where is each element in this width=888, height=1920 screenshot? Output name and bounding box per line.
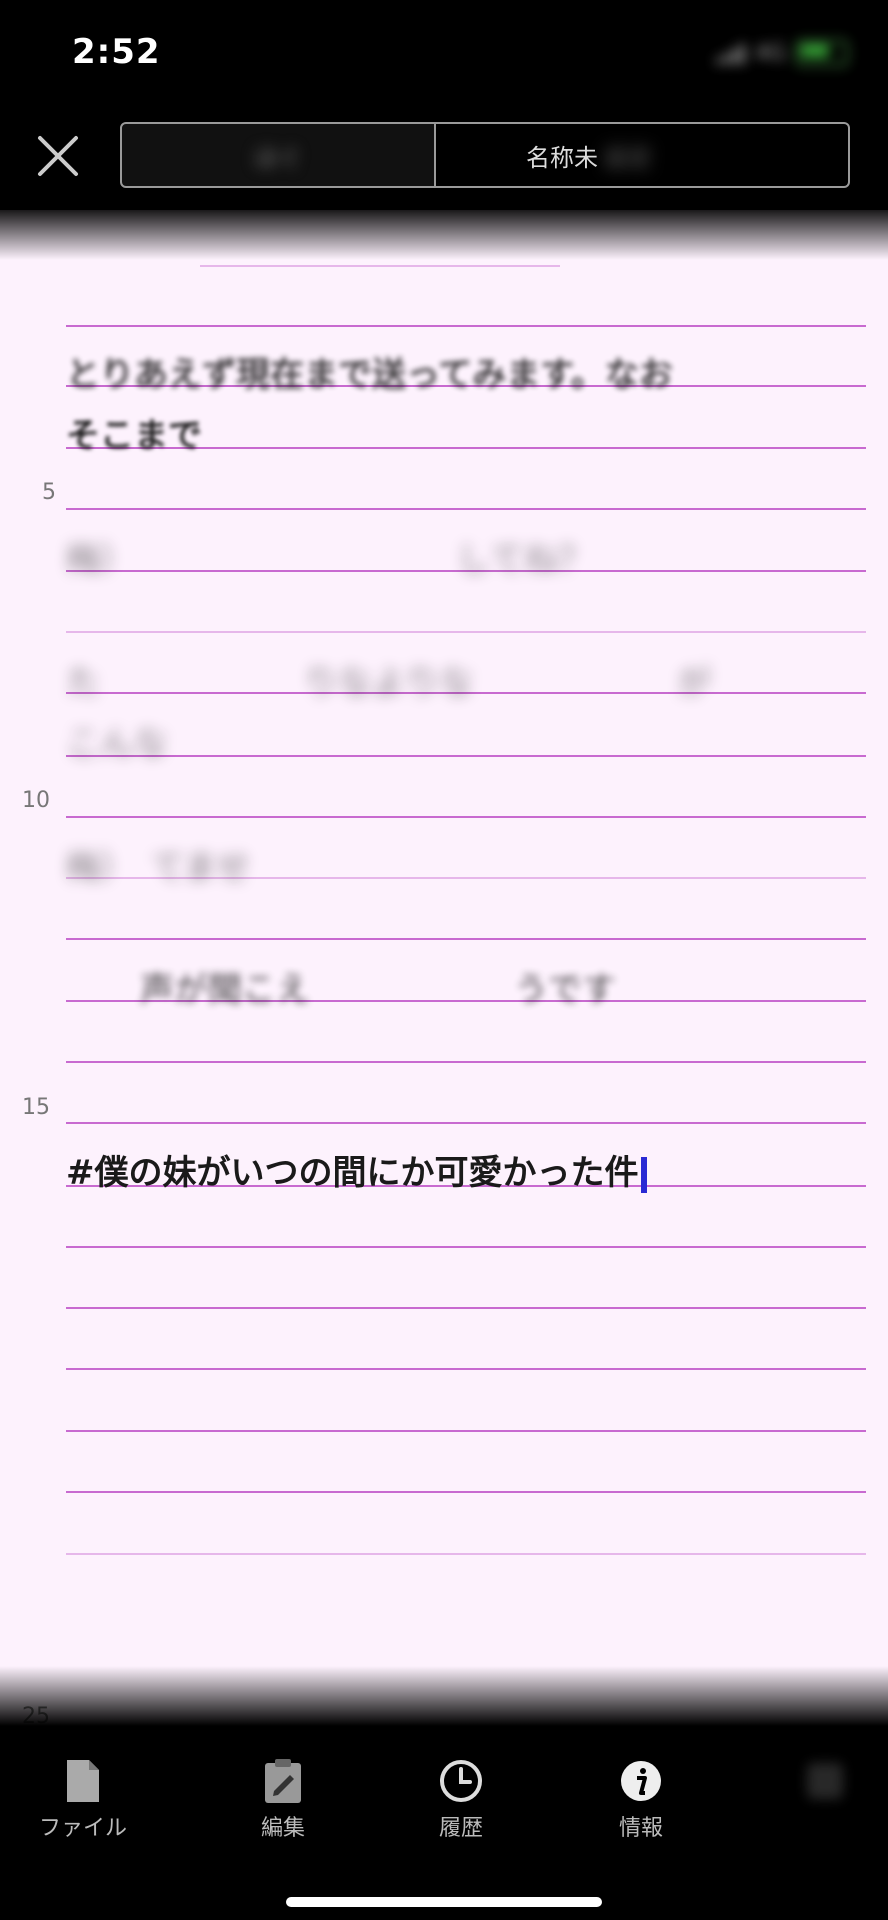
- text-line-content: とりあえず現在まで送ってみます。なお: [66, 355, 673, 395]
- text-line: 声が聞こえ うです: [140, 970, 616, 1010]
- ruled-line: [66, 1122, 866, 1124]
- tab-file[interactable]: ファイル: [18, 1756, 148, 1842]
- text-line-content: そこまで: [66, 416, 202, 456]
- ruled-line: [66, 631, 866, 633]
- line-number: 5: [42, 480, 56, 505]
- text-line: こんな: [66, 724, 168, 764]
- ruled-line: [66, 755, 866, 757]
- ruled-line: [66, 1246, 866, 1248]
- text-caret: [640, 1157, 647, 1193]
- line-number: 15: [22, 1095, 50, 1120]
- ruled-line: [66, 1553, 866, 1555]
- nav-bar: ほぐ 名称未 設定: [0, 110, 888, 210]
- ruled-line: [66, 1061, 866, 1063]
- editor-top-fade: [0, 210, 888, 260]
- text-line: た りなよりな が: [66, 663, 712, 703]
- status-bar: 2:52 4G: [0, 0, 888, 110]
- battery-icon: [796, 40, 848, 66]
- bottom-tab-bar: ファイル 編集 履歴 情報: [0, 1726, 888, 1920]
- tab-edit-label: 編集: [260, 1816, 305, 1841]
- file-icon: [67, 1760, 99, 1802]
- text-line-content: #僕の妹がいつの間にか可愛かった件: [66, 1153, 639, 1193]
- segment-tab-right-tail: 設定: [604, 143, 652, 172]
- segment-tab-right[interactable]: 名称未 設定: [436, 122, 850, 188]
- line-number: 10: [22, 788, 50, 813]
- tab-history-label: 履歴: [438, 1816, 483, 1841]
- tab-history[interactable]: 履歴: [396, 1756, 526, 1842]
- clipboard-edit-icon: [265, 1759, 301, 1803]
- ruled-line: [200, 265, 560, 267]
- ruled-line: [66, 1368, 866, 1370]
- segment-tab-right-label: 名称未: [526, 143, 598, 172]
- text-line: とりあえず現在まで送ってみます。なお: [66, 347, 673, 396]
- tab-info-label: 情報: [618, 1816, 663, 1841]
- status-indicators: 4G: [715, 40, 848, 66]
- ruled-line: [66, 1430, 866, 1432]
- editor-bottom-fade: [0, 1666, 888, 1726]
- text-line: 梅） してね？: [66, 540, 592, 580]
- signal-icon: [715, 42, 745, 64]
- ruled-line: [66, 1491, 866, 1493]
- ruled-line: [66, 1307, 866, 1309]
- document-segmented-control: ほぐ 名称未 設定: [120, 122, 850, 190]
- tab-edit[interactable]: 編集: [218, 1756, 348, 1842]
- text-line-current: #僕の妹がいつの間にか可愛かった件: [66, 1145, 647, 1194]
- more-icon: [807, 1763, 843, 1799]
- text-line: そこまで: [66, 408, 202, 457]
- close-button[interactable]: [30, 128, 86, 184]
- close-icon: [38, 136, 78, 176]
- tab-more[interactable]: [760, 1756, 888, 1810]
- ruled-line: [66, 816, 866, 818]
- info-icon: [621, 1761, 661, 1801]
- status-time: 2:52: [72, 32, 161, 72]
- home-indicator: [286, 1897, 602, 1907]
- segment-tab-left[interactable]: ほぐ: [120, 122, 436, 188]
- text-line: 梅） てませ: [66, 848, 251, 888]
- clock-icon: [440, 1760, 482, 1802]
- tab-info[interactable]: 情報: [576, 1756, 706, 1842]
- ruled-line: [66, 938, 866, 940]
- segment-tab-left-label: ほぐ: [254, 143, 302, 172]
- ruled-line: [66, 508, 866, 510]
- text-editor[interactable]: 5 10 15 25 とりあえず現在まで送ってみます。なお そこまで 梅） して…: [0, 210, 888, 1726]
- ruled-line: [66, 325, 866, 327]
- tab-file-label: ファイル: [38, 1816, 127, 1841]
- network-label: 4G: [754, 40, 786, 66]
